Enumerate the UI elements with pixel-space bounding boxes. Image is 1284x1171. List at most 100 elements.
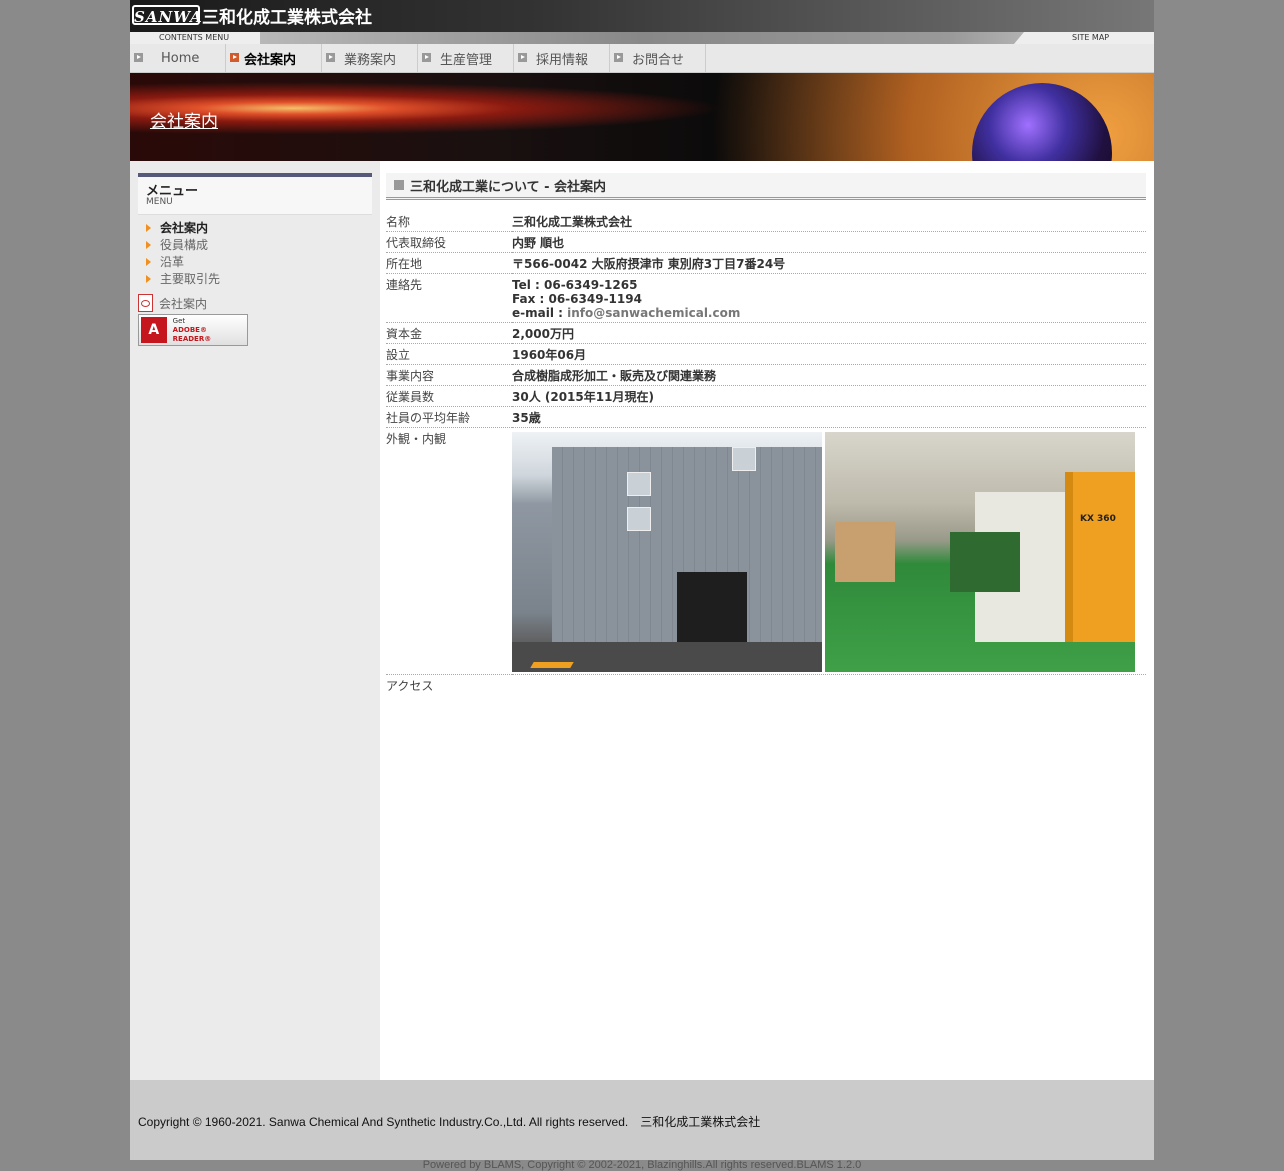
row-key: 外観・内観: [386, 427, 512, 675]
row-key: 従業員数: [386, 385, 512, 407]
company-info-table: 名称 三和化成工業株式会社 代表取締役 内野 順也 所在地 〒566-0042 …: [386, 211, 1146, 695]
adobe-name: ADOBE® READER®: [172, 325, 212, 343]
table-row: 連絡先 Tel : 06-6349-1265 Fax : 06-6349-119…: [386, 273, 1146, 323]
row-key: アクセス: [386, 679, 434, 693]
nav-arrow-icon: [518, 53, 527, 62]
nav-item-business[interactable]: 業務案内: [322, 44, 418, 72]
exterior-photo: [512, 432, 822, 672]
email-link[interactable]: info@sanwachemical.com: [567, 306, 740, 320]
arrow-icon: [146, 257, 151, 266]
nav-label: お問合せ: [632, 52, 685, 68]
email-row: e-mail : info@sanwachemical.com: [512, 306, 1146, 320]
window: [732, 447, 756, 471]
window: [627, 472, 651, 496]
globe-graphic: [972, 83, 1112, 161]
sidebar-menu: 会社案内 役員構成 沿革 主要取引先: [144, 219, 220, 287]
sidebar-item-officers[interactable]: 役員構成: [144, 236, 220, 253]
arrow-icon: [146, 240, 151, 249]
contents-bar: CONTENTS MENU SITE MAP: [130, 32, 1154, 44]
sidebar-item-label: 主要取引先: [160, 272, 221, 286]
entrance: [677, 572, 747, 652]
road-marking: [530, 662, 574, 668]
logo-mark: SANWA: [132, 5, 202, 26]
row-value: 内野 順也: [512, 231, 1146, 253]
table-row: 外観・内観 KX 360: [386, 427, 1146, 675]
adobe-icon: A: [141, 317, 167, 343]
nav-label: 生産管理: [440, 52, 493, 68]
banner-title: 会社案内: [150, 112, 218, 132]
sidebar-item-label: 役員構成: [160, 238, 209, 252]
fax: Fax : 06-6349-1194: [512, 292, 642, 306]
page-banner: 会社案内: [130, 73, 1154, 161]
powered-by: Powered by BLAMS, Copyright © 2002-2021,…: [422, 1159, 862, 1171]
row-value: 三和化成工業株式会社: [512, 211, 1146, 232]
row-value: 35歳: [512, 406, 1146, 428]
logo-text: 三和化成工業株式会社: [202, 7, 372, 28]
site-footer: Copyright © 1960-2021. Sanwa Chemical An…: [130, 1080, 1154, 1160]
pdf-icon: [138, 294, 153, 312]
nav-label: 採用情報: [536, 52, 589, 68]
contact-value: Tel : 06-6349-1265 Fax : 06-6349-1194 e-…: [512, 273, 1146, 323]
boxes: [835, 522, 895, 582]
sidebar-menu-header: メニュー MENU: [138, 173, 372, 215]
row-key: 資本金: [386, 322, 512, 344]
get-adobe-reader-button[interactable]: A Get ADOBE® READER®: [138, 314, 248, 346]
nav-arrow-icon: [134, 53, 143, 62]
nav-arrow-icon: [230, 53, 239, 62]
email-label: e-mail :: [512, 306, 568, 320]
photos-cell: KX 360: [512, 427, 1146, 675]
nav-arrow-icon: [614, 53, 623, 62]
table-row: 名称 三和化成工業株式会社: [386, 211, 1146, 232]
sidebar-item-company[interactable]: 会社案内: [144, 219, 220, 236]
molding-machine: [1065, 472, 1135, 642]
nav-label: 会社案内: [244, 52, 297, 68]
sidebar-item-history[interactable]: 沿革: [144, 253, 220, 270]
table-row: 従業員数 30人 (2015年11月現在): [386, 385, 1146, 407]
nav-arrow-icon: [422, 53, 431, 62]
row-value: 1960年06月: [512, 343, 1146, 365]
contents-menu-label: CONTENTS MENU: [159, 33, 230, 42]
row-key: 代表取締役: [386, 231, 512, 253]
row-key: 名称: [386, 211, 512, 232]
machine-label: KX 360: [1080, 514, 1116, 524]
row-key: 所在地: [386, 252, 512, 274]
row-value: 30人 (2015年11月現在): [512, 385, 1146, 407]
nav-item-production[interactable]: 生産管理: [418, 44, 514, 72]
interior-photo: KX 360: [825, 432, 1135, 672]
section-header: 三和化成工業について - 会社案内: [386, 173, 1146, 200]
page-body: メニュー MENU 会社案内 役員構成 沿革 主要取引先 会社案内 A Get …: [130, 161, 1154, 1080]
nav-label: Home: [161, 50, 200, 66]
nav-arrow-icon: [326, 53, 335, 62]
table-row: 事業内容 合成樹脂成形加工・販売及び関連業務: [386, 364, 1146, 386]
nav-item-contact[interactable]: お問合せ: [610, 44, 706, 72]
main-nav: Home 会社案内 業務案内 生産管理 採用情報 お問合せ: [130, 44, 1154, 73]
nav-item-company[interactable]: 会社案内: [226, 44, 322, 72]
sidebar-item-label: 沿革: [160, 255, 185, 269]
nav-item-recruit[interactable]: 採用情報: [514, 44, 610, 72]
row-value: 2,000万円: [512, 322, 1146, 344]
site-logo[interactable]: SANWA 三和化成工業株式会社: [132, 3, 372, 28]
row-value: 〒566-0042 大阪府摂津市 東別府3丁目7番24号: [512, 252, 1146, 274]
adobe-get: Get: [172, 316, 186, 325]
copyright: Copyright © 1960-2021. Sanwa Chemical An…: [138, 1115, 761, 1129]
sidebar-item-clients[interactable]: 主要取引先: [144, 270, 220, 287]
adobe-text: Get ADOBE® READER®: [173, 317, 247, 344]
table-row: 設立 1960年06月: [386, 343, 1146, 365]
pdf-download-link[interactable]: 会社案内: [138, 294, 207, 312]
page-wrapper: SANWA 三和化成工業株式会社 CONTENTS MENU SITE MAP …: [130, 0, 1154, 1160]
table-row: 資本金 2,000万円: [386, 322, 1146, 344]
site-map-link[interactable]: SITE MAP: [1072, 32, 1109, 44]
row-key: 連絡先: [386, 273, 512, 323]
sidebar-item-label: 会社案内: [160, 221, 209, 235]
nav-label: 業務案内: [344, 52, 397, 68]
table-row: 所在地 〒566-0042 大阪府摂津市 東別府3丁目7番24号: [386, 252, 1146, 274]
row-key: 設立: [386, 343, 512, 365]
square-icon: [394, 180, 404, 190]
tel: Tel : 06-6349-1265: [512, 278, 638, 292]
arrow-icon: [146, 274, 151, 283]
menu-subtitle: MENU: [146, 197, 173, 207]
row-value: 合成樹脂成形加工・販売及び関連業務: [512, 364, 1146, 386]
table-row: 代表取締役 内野 順也: [386, 231, 1146, 253]
nav-item-home[interactable]: Home: [130, 44, 226, 72]
pdf-label: 会社案内: [159, 297, 208, 311]
